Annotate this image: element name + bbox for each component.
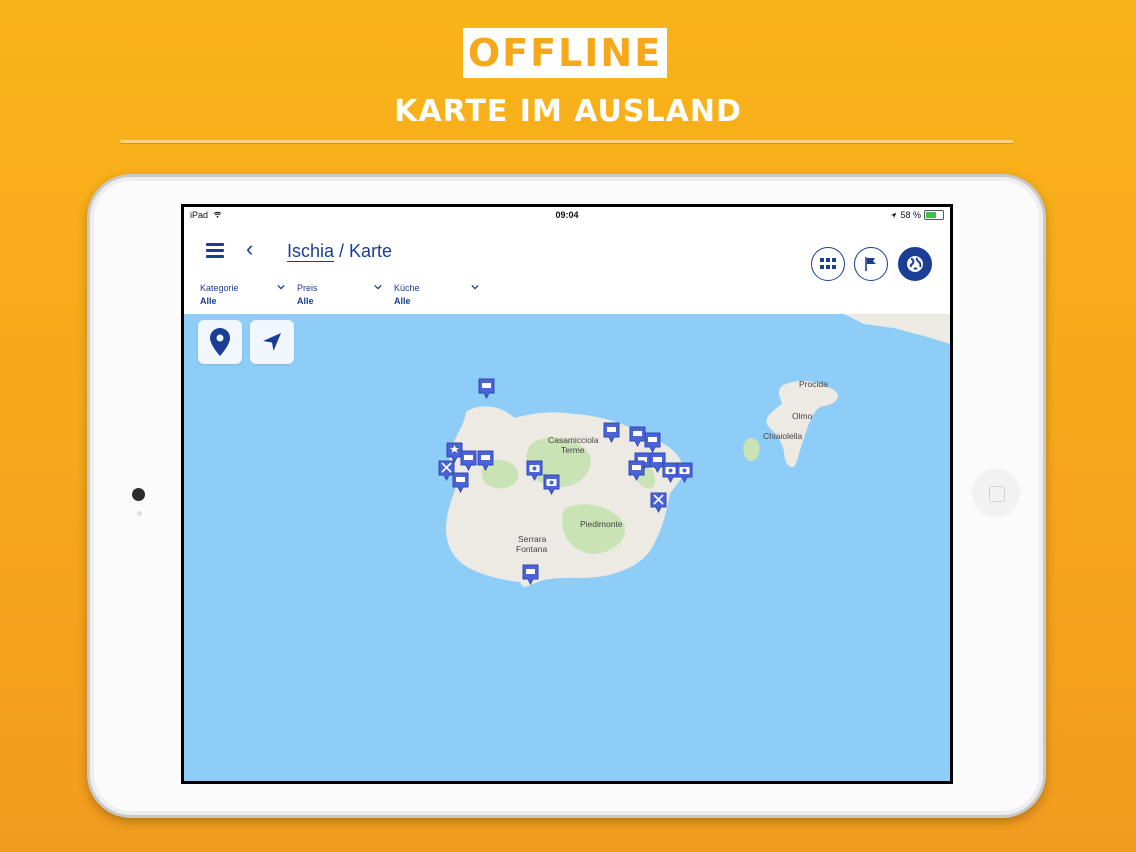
filter-kategorie-label: Kategorie — [200, 283, 239, 293]
filter-preis[interactable]: Preis Alle — [290, 281, 382, 309]
offline-badge: OFFLINE — [463, 28, 667, 78]
filter-bar: Kategorie Alle Preis Alle Küche Alle — [184, 277, 950, 313]
filter-preis-value: Alle — [297, 296, 314, 306]
navigation-button[interactable] — [250, 320, 294, 364]
breadcrumb: Ischia / Karte — [287, 241, 392, 262]
chevron-down-icon — [277, 284, 285, 290]
label-fontana: Fontana — [516, 544, 548, 554]
map-marker-camera-icon[interactable] — [526, 460, 543, 482]
flag-icon — [865, 257, 876, 271]
filter-kueche[interactable]: Küche Alle — [387, 281, 479, 309]
map-marker-hotel-icon[interactable] — [460, 450, 477, 472]
label-casamicciola: Casamicciola — [548, 435, 599, 445]
map-marker-restaurant-icon[interactable] — [650, 492, 667, 514]
location-arrow-icon — [891, 212, 897, 218]
filter-kategorie[interactable]: Kategorie Alle — [193, 281, 285, 309]
label-piedimonte: Piedimonte — [580, 519, 623, 529]
flag-button[interactable] — [854, 247, 888, 281]
filter-preis-label: Preis — [297, 283, 318, 293]
globe-icon — [907, 256, 923, 272]
map-marker-hotel-icon[interactable] — [452, 472, 469, 494]
chevron-down-icon — [471, 284, 479, 290]
globe-button[interactable] — [898, 247, 932, 281]
back-chevron-icon[interactable]: ‹ — [246, 238, 253, 260]
battery-percent: 58 % — [900, 210, 921, 220]
map-marker-hotel-icon[interactable] — [628, 460, 645, 482]
status-bar: iPad 09:04 58 % — [184, 207, 950, 223]
page-title: Karte — [349, 241, 393, 261]
status-time: 09:04 — [555, 210, 579, 220]
hamburger-menu-icon[interactable] — [206, 243, 224, 258]
label-serrara: Serrara — [518, 534, 547, 544]
label-procida: Procida — [799, 379, 828, 389]
location-pin-button[interactable] — [198, 320, 242, 364]
map-marker-camera-icon[interactable] — [543, 474, 560, 496]
filter-kategorie-value: Alle — [200, 296, 217, 306]
camera — [132, 488, 145, 501]
sensor — [137, 511, 142, 516]
map-marker-hotel-icon[interactable] — [478, 378, 495, 400]
location-pin-icon — [210, 328, 230, 356]
status-right: 58 % — [890, 210, 944, 220]
map-marker-hotel-icon[interactable] — [477, 450, 494, 472]
home-button[interactable] — [973, 470, 1019, 516]
breadcrumb-ischia[interactable]: Ischia — [287, 241, 335, 262]
label-terme: Terme — [561, 445, 585, 455]
divider — [120, 140, 1013, 143]
breadcrumb-separator: / — [334, 241, 350, 261]
map-marker-hotel-icon[interactable] — [522, 564, 539, 586]
battery-icon — [924, 210, 944, 220]
grid-icon — [820, 258, 836, 269]
map-marker-camera-icon[interactable] — [676, 462, 693, 484]
label-chiaiolella: Chiaiolella — [763, 431, 803, 441]
screen: iPad 09:04 58 % ‹ Ischia / Karte Kategor… — [181, 204, 953, 784]
chevron-down-icon — [374, 284, 382, 290]
nav-bar: ‹ Ischia / Karte — [184, 223, 950, 281]
grid-button[interactable] — [811, 247, 845, 281]
promo-subtitle: KARTE IM AUSLAND — [394, 94, 742, 129]
navigation-arrow-icon — [263, 333, 281, 351]
map[interactable]: Procida Olmo Chiaiolella Casamicciola Te… — [184, 314, 950, 781]
map-land — [446, 314, 950, 587]
map-marker-hotel-icon[interactable] — [603, 422, 620, 444]
map-marker-hotel-icon[interactable] — [644, 432, 661, 454]
filter-kueche-label: Küche — [394, 283, 420, 293]
label-olmo: Olmo — [792, 411, 813, 421]
filter-kueche-value: Alle — [394, 296, 411, 306]
